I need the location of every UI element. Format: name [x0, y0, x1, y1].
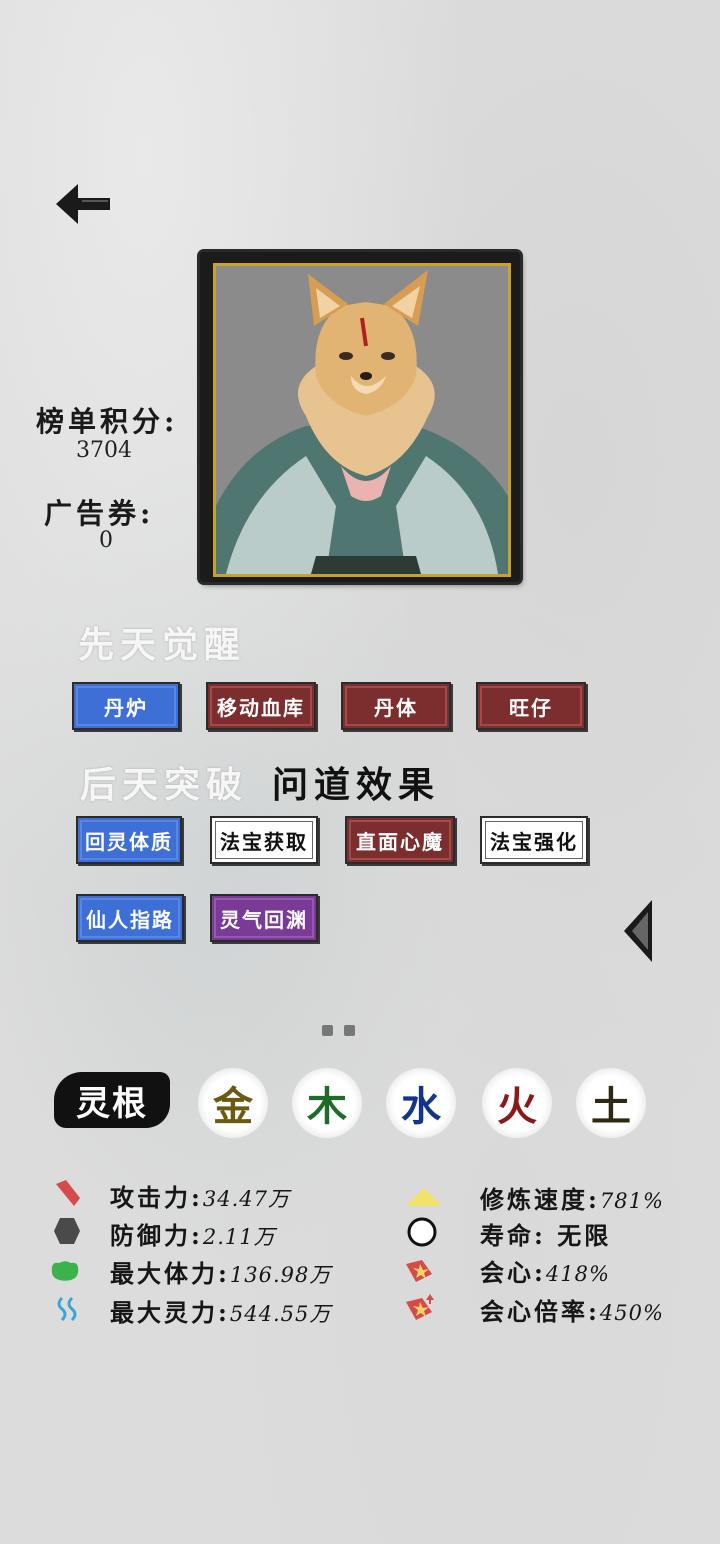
- acquired-tag-treasure-acquire[interactable]: 法宝获取: [210, 816, 318, 864]
- lifespan-stat: 寿命: 无限: [480, 1221, 612, 1250]
- fox-character-portrait: [216, 266, 508, 574]
- hp-icon: [51, 1261, 79, 1281]
- page-indicator-dot: [344, 1025, 355, 1036]
- ranking-score-value: 3704: [76, 438, 132, 463]
- mana-icon: [57, 1296, 77, 1322]
- element-wood: 木: [292, 1068, 362, 1138]
- page-left-arrow-icon[interactable]: [622, 898, 654, 964]
- max-mana-stat: 最大灵力:544.55万: [110, 1298, 332, 1327]
- defense-stat: 防御力:2.11万: [110, 1221, 276, 1250]
- element-metal: 金: [198, 1068, 268, 1138]
- innate-tag-wangzai[interactable]: 旺仔: [476, 682, 586, 730]
- attack-stat: 攻击力:34.47万: [110, 1183, 290, 1212]
- element-water: 水: [386, 1068, 456, 1138]
- innate-tag-dan-body[interactable]: 丹体: [341, 682, 451, 730]
- acquired-tag-spirit-recovery[interactable]: 回灵体质: [76, 816, 182, 864]
- innate-awakening-title: 先天觉醒: [78, 624, 247, 666]
- ad-ticket-value: 0: [99, 528, 113, 553]
- crit-icon: [406, 1260, 432, 1282]
- element-earth: 土: [576, 1068, 646, 1138]
- ranking-score-label: 榜单积分:: [36, 405, 179, 438]
- crit-stat: 会心:418%: [480, 1258, 610, 1287]
- crit-multiplier-icon: [406, 1294, 434, 1320]
- page-indicator-dot: [322, 1025, 333, 1036]
- cultivation-speed-stat: 修炼速度:781%: [480, 1185, 664, 1214]
- wendao-effect-title[interactable]: 问道效果: [272, 756, 440, 808]
- element-fire: 火: [482, 1068, 552, 1138]
- acquired-tag-treasure-enhance[interactable]: 法宝强化: [480, 816, 588, 864]
- ad-ticket-label: 广告券:: [44, 497, 155, 530]
- back-arrow-icon[interactable]: [52, 180, 114, 228]
- max-hp-stat: 最大体力:136.98万: [110, 1259, 332, 1288]
- crit-multiplier-stat: 会心倍率:450%: [480, 1297, 664, 1326]
- innate-tag-mobile-blood-bank[interactable]: 移动血库: [206, 682, 316, 730]
- attack-icon: [56, 1180, 80, 1206]
- cultivation-speed-icon: [406, 1188, 442, 1206]
- defense-icon: [54, 1218, 80, 1244]
- character-portrait-frame: [200, 252, 520, 582]
- innate-tag-dan-furnace[interactable]: 丹炉: [72, 682, 180, 730]
- spirit-root-label: 灵根: [54, 1072, 170, 1128]
- acquired-tag-immortal-guide[interactable]: 仙人指路: [76, 894, 184, 942]
- acquired-breakthrough-title: 后天突破: [80, 764, 249, 806]
- acquired-tag-spirit-return[interactable]: 灵气回渊: [210, 894, 318, 942]
- lifespan-icon: [407, 1217, 437, 1247]
- acquired-tag-face-inner-demon[interactable]: 直面心魔: [345, 816, 455, 864]
